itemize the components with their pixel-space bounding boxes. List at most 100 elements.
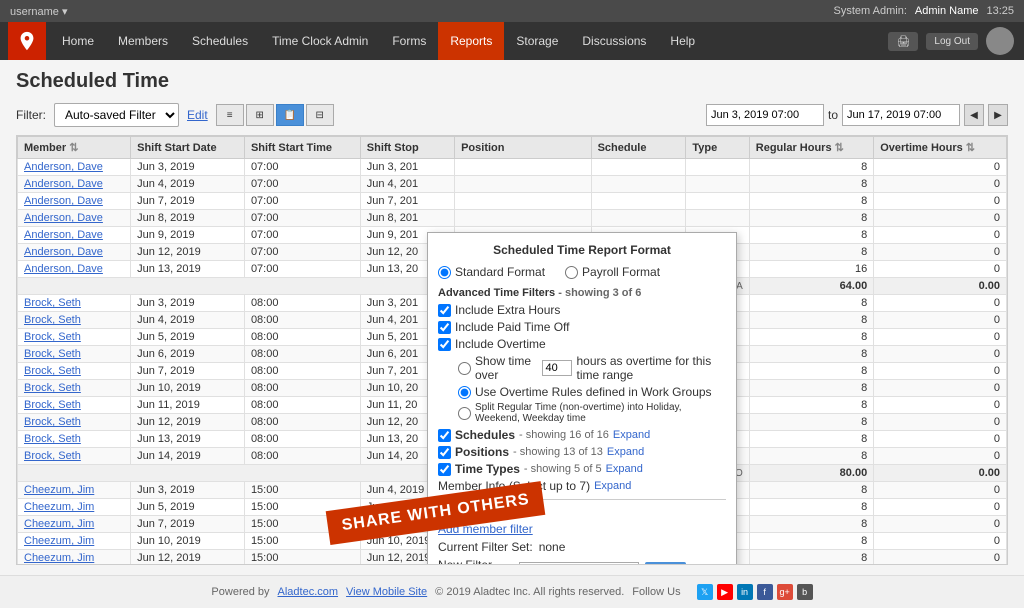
nav-help[interactable]: Help bbox=[658, 22, 707, 60]
member-cell[interactable]: Brock, Seth bbox=[18, 312, 131, 329]
nav-discussions[interactable]: Discussions bbox=[570, 22, 658, 60]
view-btn-3[interactable]: 📋 bbox=[276, 104, 304, 126]
date-next-btn[interactable]: ▶ bbox=[988, 104, 1008, 126]
mobile-site-link[interactable]: View Mobile Site bbox=[346, 586, 427, 598]
facebook-icon[interactable]: f bbox=[757, 584, 773, 600]
powered-by-label: Powered by bbox=[211, 586, 269, 598]
positions-row: Positions - showing 13 of 13 Expand bbox=[438, 445, 726, 459]
member-cell[interactable]: Anderson, Dave bbox=[18, 261, 131, 278]
member-cell[interactable]: Brock, Seth bbox=[18, 346, 131, 363]
extra-hours-checkbox[interactable] bbox=[438, 304, 451, 317]
member-cell[interactable]: Brock, Seth bbox=[18, 397, 131, 414]
extra-hours-row: Include Extra Hours bbox=[438, 303, 726, 317]
date-to-input[interactable] bbox=[842, 104, 960, 126]
page-title: Scheduled Time bbox=[16, 70, 1008, 93]
logout-btn[interactable]: Log Out bbox=[926, 33, 978, 50]
schedules-checkbox[interactable] bbox=[438, 429, 451, 442]
standard-format-radio[interactable] bbox=[438, 266, 451, 279]
avatar[interactable] bbox=[986, 27, 1014, 55]
member-cell[interactable]: Cheezum, Jim bbox=[18, 499, 131, 516]
print-btn[interactable]: 🖨 bbox=[888, 32, 918, 51]
nav-timeclock[interactable]: Time Clock Admin bbox=[260, 22, 380, 60]
member-cell[interactable]: Anderson, Dave bbox=[18, 176, 131, 193]
member-cell[interactable]: Brock, Seth bbox=[18, 448, 131, 465]
overtime-rules-radio[interactable] bbox=[458, 386, 471, 399]
overtime-hours-input[interactable] bbox=[542, 360, 572, 376]
payroll-format-option[interactable]: Payroll Format bbox=[565, 265, 660, 279]
filter-edit-link[interactable]: Edit bbox=[187, 108, 208, 122]
system-admin-label: System Admin: bbox=[834, 5, 907, 17]
standard-format-option[interactable]: Standard Format bbox=[438, 265, 545, 279]
date-prev-btn[interactable]: ◀ bbox=[964, 104, 984, 126]
schedules-label: Schedules bbox=[455, 428, 515, 442]
member-cell[interactable]: Anderson, Dave bbox=[18, 210, 131, 227]
paid-time-off-checkbox[interactable] bbox=[438, 321, 451, 334]
member-cell[interactable]: Anderson, Dave bbox=[18, 244, 131, 261]
member-cell[interactable]: Anderson, Dave bbox=[18, 227, 131, 244]
date-from-input[interactable] bbox=[706, 104, 824, 126]
date-to-label: to bbox=[828, 108, 838, 122]
nav-forms[interactable]: Forms bbox=[380, 22, 438, 60]
view-btn-1[interactable]: ≡ bbox=[216, 104, 244, 126]
member-cell[interactable]: Brock, Seth bbox=[18, 363, 131, 380]
member-cell[interactable]: Brock, Seth bbox=[18, 380, 131, 397]
nav-members[interactable]: Members bbox=[106, 22, 180, 60]
aladtec-link[interactable]: Aladtec.com bbox=[278, 586, 339, 598]
nav-reports[interactable]: Reports bbox=[438, 22, 504, 60]
follow-us-label: Follow Us bbox=[632, 586, 680, 598]
member-cell[interactable]: Cheezum, Jim bbox=[18, 533, 131, 550]
time-types-checkbox[interactable] bbox=[438, 463, 451, 476]
col-regular: Regular Hours ⇅ bbox=[749, 137, 873, 159]
positions-checkbox[interactable] bbox=[438, 446, 451, 459]
standard-format-label: Standard Format bbox=[455, 265, 545, 279]
member-cell[interactable]: Anderson, Dave bbox=[18, 193, 131, 210]
time-types-row: Time Types - showing 5 of 5 Expand bbox=[438, 462, 726, 476]
google-plus-icon[interactable]: g+ bbox=[777, 584, 793, 600]
table-container: Member ⇅ Shift Start Date Shift Start Ti… bbox=[16, 135, 1008, 565]
member-info-expand[interactable]: Expand bbox=[594, 480, 631, 492]
split-time-radio[interactable] bbox=[458, 407, 471, 420]
split-time-row: Split Regular Time (non-overtime) into H… bbox=[438, 402, 726, 424]
filter-dropdown[interactable]: Auto-saved Filter bbox=[54, 103, 179, 127]
member-filters-section: Member Filters Add member filter Current… bbox=[438, 499, 726, 565]
view-btn-4[interactable]: ⊟ bbox=[306, 104, 334, 126]
report-format-dropdown: Scheduled Time Report Format Standard Fo… bbox=[427, 232, 737, 565]
member-cell[interactable]: Brock, Seth bbox=[18, 431, 131, 448]
member-cell[interactable]: Anderson, Dave bbox=[18, 159, 131, 176]
nav-schedules[interactable]: Schedules bbox=[180, 22, 260, 60]
col-overtime: Overtime Hours ⇅ bbox=[874, 137, 1007, 159]
overtime-hours-radio[interactable] bbox=[458, 362, 471, 375]
member-cell[interactable]: Cheezum, Jim bbox=[18, 516, 131, 533]
footer: Powered by Aladtec.com View Mobile Site … bbox=[0, 575, 1024, 608]
time-types-expand[interactable]: Expand bbox=[606, 463, 643, 475]
overtime-rules-label: Use Overtime Rules defined in Work Group… bbox=[475, 385, 712, 399]
linkedin-icon[interactable]: in bbox=[737, 584, 753, 600]
member-cell[interactable]: Cheezum, Jim bbox=[18, 482, 131, 499]
positions-expand[interactable]: Expand bbox=[607, 446, 644, 458]
nav-storage[interactable]: Storage bbox=[504, 22, 570, 60]
time-display: 13:25 bbox=[986, 5, 1014, 17]
overtime-checkbox[interactable] bbox=[438, 338, 451, 351]
member-cell[interactable]: Brock, Seth bbox=[18, 414, 131, 431]
payroll-format-radio[interactable] bbox=[565, 266, 578, 279]
blog-icon[interactable]: b bbox=[797, 584, 813, 600]
add-member-filter-link[interactable]: Add member filter bbox=[438, 522, 533, 536]
twitter-icon[interactable]: 𝕏 bbox=[697, 584, 713, 600]
member-cell[interactable]: Brock, Seth bbox=[18, 295, 131, 312]
member-cell[interactable]: Brock, Seth bbox=[18, 329, 131, 346]
view-btn-2[interactable]: ⊞ bbox=[246, 104, 274, 126]
table-row: Anderson, Dave Jun 8, 201907:00Jun 8, 20… bbox=[18, 210, 1007, 227]
username-dropdown[interactable]: username ▾ bbox=[10, 5, 68, 18]
current-filter-label: Current Filter Set: bbox=[438, 540, 533, 554]
paid-time-off-row: Include Paid Time Off bbox=[438, 320, 726, 334]
positions-label: Positions bbox=[455, 445, 509, 459]
member-info-label: Member Info (Select up to 7) bbox=[438, 479, 590, 493]
nav-home[interactable]: Home bbox=[50, 22, 106, 60]
youtube-icon[interactable]: ▶ bbox=[717, 584, 733, 600]
current-filter-value: none bbox=[539, 540, 566, 554]
member-cell[interactable]: Cheezum, Jim bbox=[18, 550, 131, 566]
overtime-hours-row: Show time over hours as overtime for thi… bbox=[438, 354, 726, 382]
col-member: Member ⇅ bbox=[18, 137, 131, 159]
col-schedule: Schedule bbox=[591, 137, 686, 159]
schedules-expand[interactable]: Expand bbox=[613, 429, 650, 441]
